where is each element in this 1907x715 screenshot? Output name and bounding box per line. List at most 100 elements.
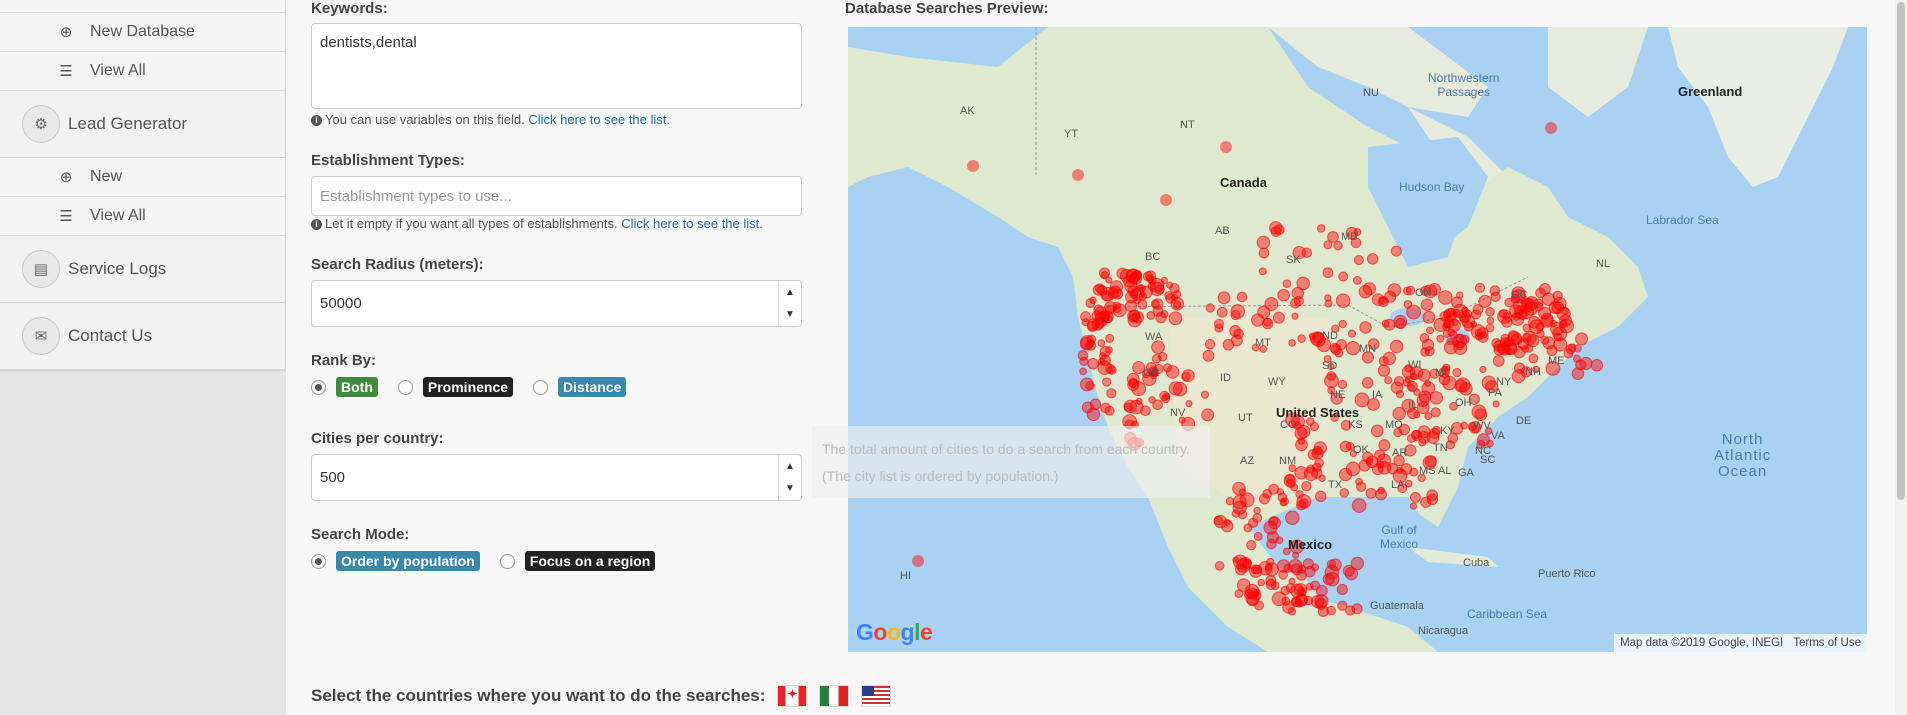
search-marker[interactable] [1326,559,1337,569]
search-marker[interactable] [1370,424,1384,438]
search-marker[interactable] [1545,122,1557,134]
search-marker[interactable] [1214,561,1225,571]
search-mode-population-radio[interactable] [311,553,326,569]
search-marker[interactable] [1204,338,1216,350]
search-marker[interactable] [1105,346,1113,354]
search-marker[interactable] [1501,316,1513,328]
search-marker[interactable] [1249,564,1263,578]
search-marker[interactable] [1335,293,1351,309]
search-marker[interactable] [1426,326,1434,335]
search-marker[interactable] [1253,506,1261,515]
searches-map[interactable]: Greenland Northwestern Passages NU AK YT… [848,27,1867,652]
sidebar-item-new-lead[interactable]: ⊕ New [0,158,285,197]
search-marker[interactable] [1288,558,1303,574]
search-marker[interactable] [1381,319,1390,328]
search-marker[interactable] [1231,509,1241,518]
search-marker[interactable] [1287,607,1297,616]
sidebar-item-view-all-databases[interactable]: ☰ View All [0,52,285,91]
search-marker[interactable] [1337,600,1348,611]
search-marker[interactable] [1137,299,1148,310]
search-marker[interactable] [1406,304,1422,320]
search-marker[interactable] [1200,390,1210,399]
search-marker[interactable] [1377,364,1391,377]
search-marker[interactable] [1351,498,1367,513]
search-marker[interactable] [1171,294,1179,302]
search-marker[interactable] [1295,490,1304,499]
search-marker[interactable] [1485,323,1495,333]
search-marker[interactable] [1152,305,1164,317]
search-marker[interactable] [1478,294,1492,308]
search-marker[interactable] [1266,557,1275,567]
search-marker[interactable] [1490,291,1501,303]
search-marker[interactable] [1338,271,1349,282]
search-marker[interactable] [1220,141,1232,153]
keywords-textarea[interactable]: dentists,dental [311,23,802,109]
search-marker[interactable] [1449,331,1458,340]
search-marker[interactable] [1461,314,1476,329]
search-marker[interactable] [1288,577,1296,585]
search-marker[interactable] [1377,486,1386,495]
search-marker[interactable] [1291,312,1299,320]
search-marker[interactable] [1295,438,1308,452]
search-marker[interactable] [1299,498,1309,508]
search-marker[interactable] [1102,377,1112,387]
search-marker[interactable] [1455,377,1471,393]
search-marker[interactable] [1151,353,1162,364]
search-marker[interactable] [1359,321,1372,334]
search-marker[interactable] [1405,285,1416,296]
search-marker[interactable] [1345,340,1361,356]
search-marker[interactable] [1135,397,1143,405]
sidebar-item-lead-generator[interactable]: ⚙ Lead Generator [0,91,285,158]
search-marker[interactable] [1217,291,1231,305]
search-marker[interactable] [1147,276,1157,285]
search-marker[interactable] [1436,334,1445,343]
search-marker[interactable] [1493,343,1506,356]
search-marker[interactable] [1409,502,1418,510]
search-marker[interactable] [1181,369,1195,383]
search-marker[interactable] [1258,247,1270,259]
search-marker[interactable] [1377,461,1392,475]
search-marker[interactable] [1553,332,1563,342]
search-marker[interactable] [1127,309,1140,323]
search-marker[interactable] [1185,400,1193,408]
search-marker[interactable] [1263,520,1278,535]
search-marker[interactable] [1077,350,1089,361]
search-marker[interactable] [1166,281,1174,289]
search-marker[interactable] [1124,290,1138,304]
search-marker[interactable] [1086,407,1101,422]
search-marker[interactable] [1271,591,1287,607]
search-marker[interactable] [1258,267,1267,276]
rank-by-prominence-label[interactable]: Prominence [422,377,514,397]
search-marker[interactable] [1173,300,1182,310]
rank-by-both-label[interactable]: Both [336,377,378,397]
search-marker[interactable] [1382,351,1397,366]
scrollbar-thumb[interactable] [1897,2,1905,500]
search-marker[interactable] [1344,567,1359,581]
search-marker[interactable] [1285,510,1300,525]
stepper-up-icon[interactable]: ▲ [785,461,795,472]
sidebar-item-view-all-leads[interactable]: ☰ View All [0,197,285,236]
search-marker[interactable] [1424,379,1432,387]
rank-by-distance-radio[interactable] [533,379,549,395]
search-marker[interactable] [1424,412,1433,421]
search-marker[interactable] [1301,481,1312,492]
search-marker[interactable] [912,555,924,567]
search-marker[interactable] [1315,490,1327,503]
search-marker[interactable] [1474,408,1488,421]
search-marker[interactable] [1422,310,1436,324]
search-marker[interactable] [1105,333,1115,343]
sidebar-item-new-database[interactable]: ⊕ New Database [0,13,285,52]
search-marker[interactable] [1438,290,1453,305]
search-mode-population-label[interactable]: Order by population [336,551,480,571]
search-marker[interactable] [1416,401,1430,415]
search-marker[interactable] [1294,594,1308,607]
sidebar-item-service-logs[interactable]: ▤ Service Logs [0,236,285,303]
google-logo[interactable]: Google [856,619,933,646]
search-marker[interactable] [1365,487,1377,499]
search-marker[interactable] [1420,347,1430,357]
search-marker[interactable] [1443,310,1452,319]
search-marker[interactable] [1079,377,1094,392]
search-marker[interactable] [1324,373,1339,389]
search-marker[interactable] [1528,353,1539,364]
search-marker[interactable] [1272,311,1285,324]
